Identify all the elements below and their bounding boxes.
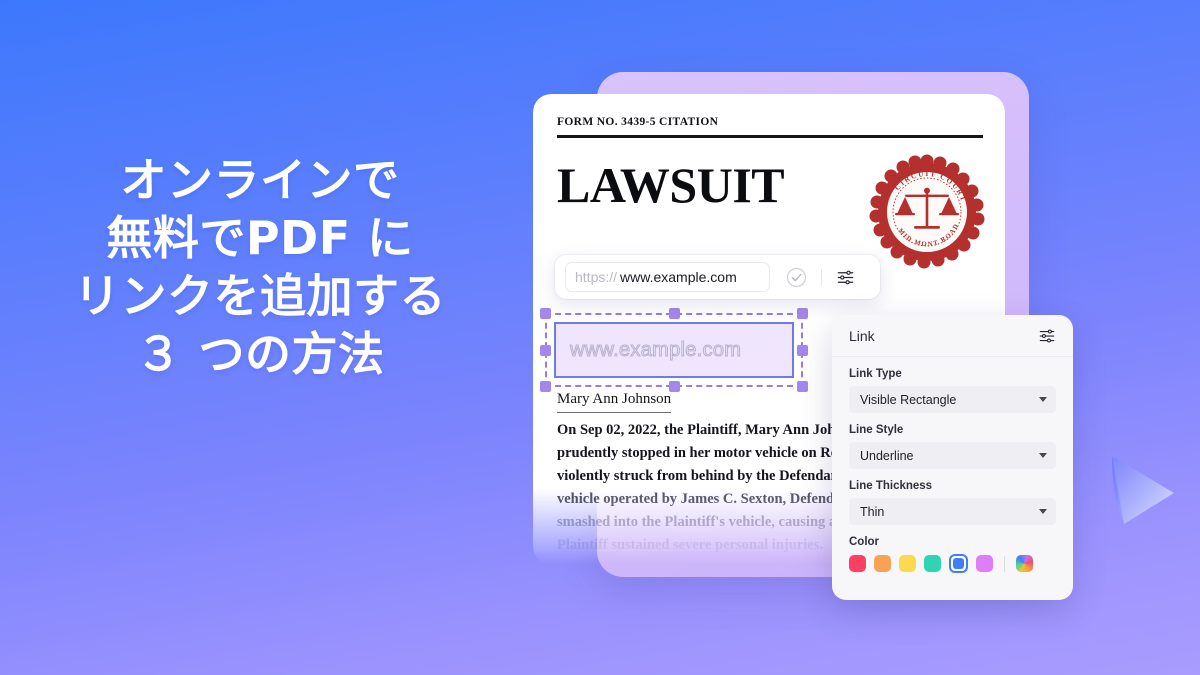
- link-settings-panel: Link Link Type Visible Rectangle Line St…: [832, 315, 1073, 600]
- color-swatch-orange[interactable]: [874, 555, 891, 572]
- resize-handle-bottom-right[interactable]: [797, 381, 808, 392]
- resize-handle-bottom-center[interactable]: [669, 381, 680, 392]
- color-picker-custom-icon[interactable]: [1016, 555, 1033, 572]
- resize-handle-bottom-left[interactable]: [540, 381, 551, 392]
- line-style-label: Line Style: [849, 424, 904, 436]
- line-style-value: Underline: [860, 448, 914, 463]
- link-type-select[interactable]: Visible Rectangle: [849, 386, 1056, 413]
- illustration-stage: FORM NO. 3439-5 CITATION LAWSUIT CIRCUIT…: [0, 0, 1200, 675]
- color-swatch-yellow[interactable]: [899, 555, 916, 572]
- line-thickness-label: Line Thickness: [849, 480, 933, 492]
- link-type-value: Visible Rectangle: [860, 392, 957, 407]
- link-rectangle-label: www.example.com: [569, 338, 742, 361]
- header-rule: [557, 135, 983, 138]
- color-swatch-teal[interactable]: [924, 555, 941, 572]
- line-thickness-select[interactable]: Thin: [849, 498, 1056, 525]
- form-number: FORM NO. 3439-5 CITATION: [557, 116, 719, 128]
- toolbar-divider: [821, 268, 822, 286]
- swatch-divider: [1004, 555, 1005, 572]
- url-input-value: www.example.com: [620, 269, 737, 285]
- color-label: Color: [849, 536, 880, 548]
- link-type-label: Link Type: [849, 368, 902, 380]
- resize-handle-top-center[interactable]: [669, 308, 680, 319]
- circuit-court-seal-icon: CIRCUIT COURT MID MONT ROAD: [867, 152, 987, 272]
- check-circle-icon[interactable]: [786, 267, 807, 288]
- link-panel-header: Link: [832, 315, 1073, 357]
- chevron-down-icon: [1039, 397, 1047, 402]
- url-input[interactable]: https:// www.example.com: [565, 262, 770, 292]
- link-panel-body: Link Type Visible Rectangle Line Style U…: [832, 357, 1073, 573]
- link-rectangle[interactable]: www.example.com: [554, 322, 794, 378]
- chevron-down-icon: [1039, 453, 1047, 458]
- line-style-select[interactable]: Underline: [849, 442, 1056, 469]
- selected-link-object[interactable]: www.example.com: [540, 308, 808, 392]
- link-url-toolbar: https:// www.example.com: [555, 255, 880, 299]
- color-swatch-magenta[interactable]: [976, 555, 993, 572]
- cursor-arrow-3d-icon: [1094, 446, 1186, 538]
- sliders-icon[interactable]: [836, 268, 855, 287]
- signer-name: Mary Ann Johnson: [557, 391, 672, 413]
- color-swatch-row: [849, 554, 1056, 573]
- link-panel-title: Link: [849, 327, 875, 344]
- color-swatch-pink-red[interactable]: [849, 555, 866, 572]
- resize-handle-top-left[interactable]: [540, 308, 551, 319]
- sliders-icon[interactable]: [1038, 327, 1056, 345]
- url-protocol-prefix: https://: [575, 269, 618, 285]
- resize-handle-middle-right[interactable]: [797, 345, 808, 356]
- resize-handle-top-right[interactable]: [797, 308, 808, 319]
- line-thickness-value: Thin: [860, 504, 885, 519]
- chevron-down-icon: [1039, 509, 1047, 514]
- color-swatch-blue-selected[interactable]: [949, 554, 968, 573]
- resize-handle-middle-left[interactable]: [540, 345, 551, 356]
